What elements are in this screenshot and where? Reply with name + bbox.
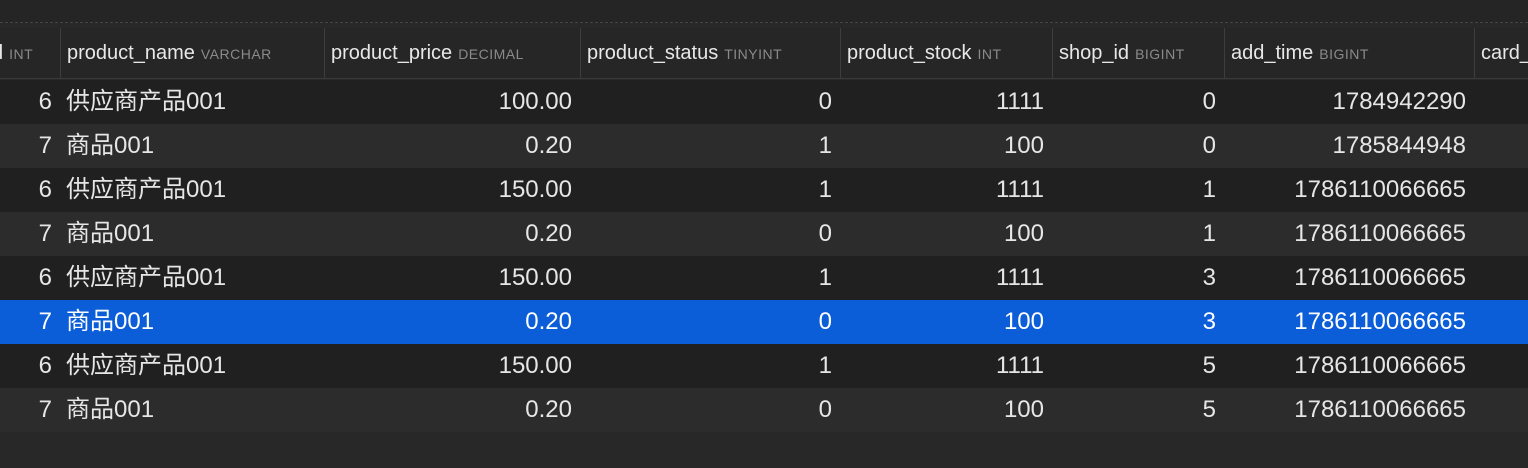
cell-product-status[interactable]: 0: [580, 300, 832, 344]
cell-product-price[interactable]: 0.20: [324, 124, 572, 168]
cell-product-stock[interactable]: 100: [840, 124, 1044, 168]
cell-product-status[interactable]: 0: [580, 212, 832, 256]
cell-product-name[interactable]: 供应商产品001: [66, 256, 316, 300]
cell-product-stock[interactable]: 1111: [840, 168, 1044, 212]
cell-id[interactable]: 6: [0, 168, 52, 212]
column-type: VARCHAR: [200, 46, 272, 62]
cell-product-stock[interactable]: 100: [840, 212, 1044, 256]
column-type: DECIMAL: [458, 46, 524, 62]
cell-shop-id[interactable]: 3: [1052, 256, 1216, 300]
column-name: shop_id: [1059, 42, 1130, 64]
table-body: 6 供应商产品001 100.00 0 1111 0 1784942290 7 商品001 0.2…: [0, 80, 1528, 432]
cell-product-price[interactable]: 150.00: [324, 168, 572, 212]
column-header-product-price[interactable]: product_price DECIMAL: [324, 28, 580, 78]
cell-product-stock[interactable]: 100: [840, 388, 1044, 432]
cell-id[interactable]: 6: [0, 80, 52, 124]
cell-product-name[interactable]: 供应商产品001: [66, 80, 316, 124]
column-header-d[interactable]: d INT: [0, 28, 60, 78]
cell-product-stock[interactable]: 1111: [840, 256, 1044, 300]
cell-product-name[interactable]: 商品001: [66, 212, 316, 256]
column-name: product_status: [587, 42, 719, 64]
column-type: BIGINT: [1135, 46, 1185, 62]
cell-add-time[interactable]: 1786110066665: [1224, 212, 1466, 256]
cell-id[interactable]: 7: [0, 388, 52, 432]
cell-product-name[interactable]: 商品001: [66, 300, 316, 344]
column-header-product-stock[interactable]: product_stock INT: [840, 28, 1052, 78]
cell-shop-id[interactable]: 0: [1052, 124, 1216, 168]
cell-product-name[interactable]: 供应商产品001: [66, 168, 316, 212]
cell-product-price[interactable]: 150.00: [324, 256, 572, 300]
column-name: product_name: [67, 42, 195, 64]
table-row[interactable]: 7 商品001 0.20 0 100 5 1786110066665: [0, 388, 1528, 432]
cell-add-time[interactable]: 1786110066665: [1224, 168, 1466, 212]
cell-product-price[interactable]: 150.00: [324, 344, 572, 388]
cell-id[interactable]: 7: [0, 212, 52, 256]
cell-shop-id[interactable]: 0: [1052, 80, 1216, 124]
column-header-shop-id[interactable]: shop_id BIGINT: [1052, 28, 1224, 78]
result-grid[interactable]: d INT product_name VARCHAR product_price DECI…: [0, 0, 1528, 468]
cell-add-time[interactable]: 1786110066665: [1224, 344, 1466, 388]
table-row[interactable]: 6 供应商产品001 150.00 1 1111 5 1786110066665: [0, 344, 1528, 388]
column-header-product-name[interactable]: product_name VARCHAR: [60, 28, 324, 78]
cell-add-time[interactable]: 1786110066665: [1224, 388, 1466, 432]
cell-add-time[interactable]: 1786110066665: [1224, 256, 1466, 300]
column-name: d: [0, 42, 3, 64]
cell-product-price[interactable]: 0.20: [324, 212, 572, 256]
cell-product-price[interactable]: 0.20: [324, 388, 572, 432]
cell-shop-id[interactable]: 3: [1052, 300, 1216, 344]
column-name: card_: [1481, 42, 1528, 64]
column-header-product-status[interactable]: product_status TINYINT: [580, 28, 840, 78]
cell-add-time[interactable]: 1784942290: [1224, 80, 1466, 124]
cell-shop-id[interactable]: 1: [1052, 168, 1216, 212]
column-name: add_time: [1231, 42, 1314, 64]
cell-product-name[interactable]: 商品001: [66, 124, 316, 168]
table-row[interactable]: 7 商品001 0.20 0 100 3 1786110066665: [0, 300, 1528, 344]
empty-grid-area: [0, 432, 1528, 468]
column-type: BIGINT: [1319, 46, 1369, 62]
cell-id[interactable]: 6: [0, 344, 52, 388]
table-row[interactable]: 6 供应商产品001 150.00 1 1111 3 1786110066665: [0, 256, 1528, 300]
cell-product-status[interactable]: 1: [580, 168, 832, 212]
cell-id[interactable]: 7: [0, 124, 52, 168]
column-type: TINYINT: [724, 46, 783, 62]
cell-product-name[interactable]: 商品001: [66, 388, 316, 432]
column-header-card-[interactable]: card_: [1474, 28, 1528, 78]
cell-product-status[interactable]: 1: [580, 344, 832, 388]
column-header-add-time[interactable]: add_time BIGINT: [1224, 28, 1474, 78]
table-row[interactable]: 6 供应商产品001 150.00 1 1111 1 1786110066665: [0, 168, 1528, 212]
table-row[interactable]: 7 商品001 0.20 1 100 0 1785844948: [0, 124, 1528, 168]
column-name: product_price: [331, 42, 453, 64]
cell-shop-id[interactable]: 5: [1052, 388, 1216, 432]
cell-product-stock[interactable]: 1111: [840, 80, 1044, 124]
table-row[interactable]: 7 商品001 0.20 0 100 1 1786110066665: [0, 212, 1528, 256]
cell-product-price[interactable]: 0.20: [324, 300, 572, 344]
cell-product-status[interactable]: 0: [580, 80, 832, 124]
cell-product-status[interactable]: 1: [580, 256, 832, 300]
cell-product-stock[interactable]: 100: [840, 300, 1044, 344]
table-row[interactable]: 6 供应商产品001 100.00 0 1111 0 1784942290: [0, 80, 1528, 124]
column-header-row: d INT product_name VARCHAR product_price DECI…: [0, 28, 1528, 79]
column-type: INT: [9, 46, 34, 62]
cell-product-price[interactable]: 100.00: [324, 80, 572, 124]
column-name: product_stock: [847, 42, 972, 64]
cell-product-name[interactable]: 供应商产品001: [66, 344, 316, 388]
cell-product-status[interactable]: 0: [580, 388, 832, 432]
cell-id[interactable]: 6: [0, 256, 52, 300]
cell-shop-id[interactable]: 1: [1052, 212, 1216, 256]
grid-top-bar: [0, 0, 1528, 23]
column-type: INT: [977, 46, 1002, 62]
cell-id[interactable]: 7: [0, 300, 52, 344]
cell-add-time[interactable]: 1785844948: [1224, 124, 1466, 168]
cell-product-status[interactable]: 1: [580, 124, 832, 168]
cell-product-stock[interactable]: 1111: [840, 344, 1044, 388]
cell-add-time[interactable]: 1786110066665: [1224, 300, 1466, 344]
cell-shop-id[interactable]: 5: [1052, 344, 1216, 388]
